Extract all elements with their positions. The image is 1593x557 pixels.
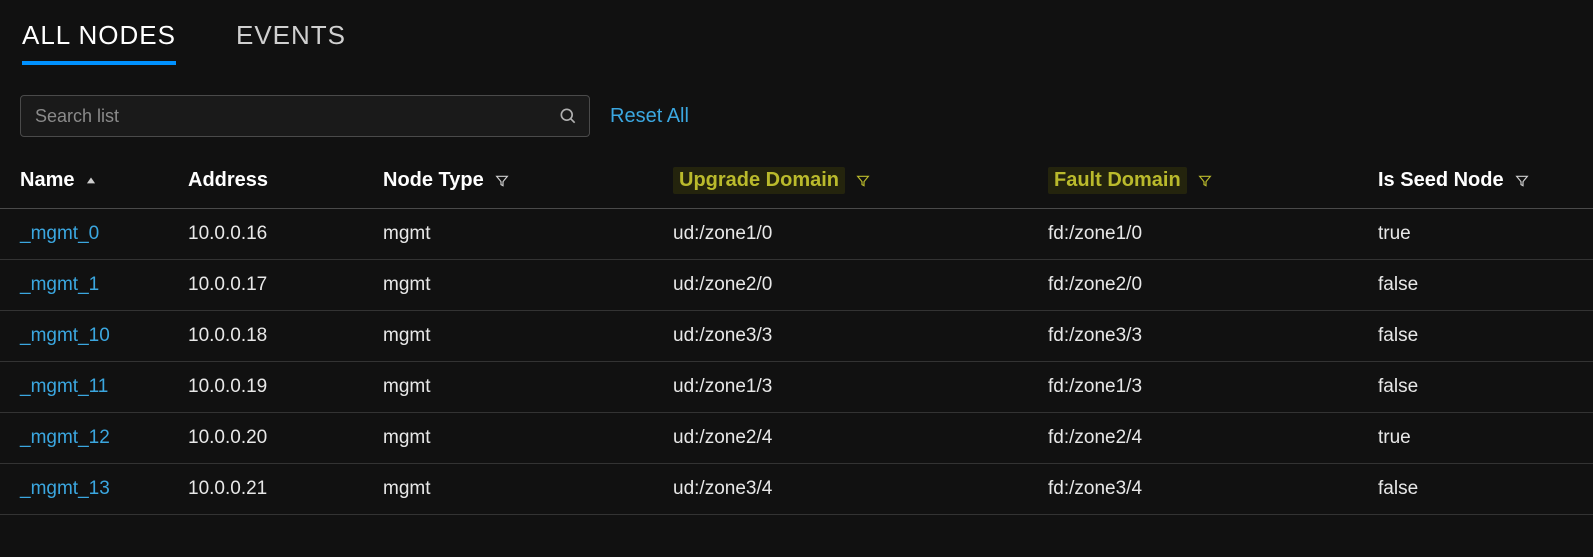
toolbar: Reset All xyxy=(0,95,1593,137)
cell-node-type: mgmt xyxy=(375,260,665,311)
column-header-label: Address xyxy=(188,169,268,192)
cell-upgrade-domain: ud:/zone1/3 xyxy=(665,362,1040,413)
column-header-address[interactable]: Address xyxy=(188,169,268,192)
column-header-label: Name xyxy=(20,169,74,192)
cell-fault-domain: fd:/zone1/3 xyxy=(1040,362,1370,413)
cell-upgrade-domain: ud:/zone3/4 xyxy=(665,464,1040,515)
cell-node-type: mgmt xyxy=(375,209,665,260)
table-row: _mgmt_0 10.0.0.16mgmtud:/zone1/0fd:/zone1… xyxy=(0,209,1593,260)
filter-icon[interactable] xyxy=(494,173,510,189)
cell-address: 10.0.0.20 xyxy=(180,413,375,464)
cell-address: 10.0.0.19 xyxy=(180,362,375,413)
cell-is-seed: false xyxy=(1370,311,1593,362)
column-header-label: Upgrade Domain xyxy=(673,167,845,194)
column-header-fault-domain[interactable]: Fault Domain xyxy=(1048,167,1213,194)
column-header-node-type[interactable]: Node Type xyxy=(383,169,510,192)
cell-node-type: mgmt xyxy=(375,464,665,515)
search-input[interactable] xyxy=(20,95,590,137)
cell-upgrade-domain: ud:/zone2/0 xyxy=(665,260,1040,311)
nodes-table: Name Address Node Type xyxy=(0,157,1593,515)
cell-address: 10.0.0.18 xyxy=(180,311,375,362)
node-name-link[interactable]: _mgmt_12 xyxy=(20,427,110,448)
node-name-link[interactable]: _mgmt_1 xyxy=(20,274,99,295)
table-row: _mgmt_13 10.0.0.21mgmtud:/zone3/4fd:/zone… xyxy=(0,464,1593,515)
node-name-link[interactable]: _mgmt_0 xyxy=(20,223,99,244)
tab-bar: ALL NODES EVENTS xyxy=(0,20,1593,65)
node-name-link[interactable]: _mgmt_11 xyxy=(20,376,108,397)
cell-fault-domain: fd:/zone2/4 xyxy=(1040,413,1370,464)
table-row: _mgmt_11 10.0.0.19mgmtud:/zone1/3fd:/zone… xyxy=(0,362,1593,413)
column-header-upgrade-domain[interactable]: Upgrade Domain xyxy=(673,167,871,194)
filter-icon[interactable] xyxy=(1197,173,1213,189)
cell-upgrade-domain: ud:/zone3/3 xyxy=(665,311,1040,362)
column-header-name[interactable]: Name xyxy=(20,169,98,192)
cell-upgrade-domain: ud:/zone2/4 xyxy=(665,413,1040,464)
node-name-link[interactable]: _mgmt_13 xyxy=(20,478,110,499)
sort-asc-icon xyxy=(84,174,98,188)
cell-address: 10.0.0.17 xyxy=(180,260,375,311)
cell-is-seed: true xyxy=(1370,413,1593,464)
column-header-label: Fault Domain xyxy=(1048,167,1187,194)
table-row: _mgmt_1 10.0.0.17mgmtud:/zone2/0fd:/zone2… xyxy=(0,260,1593,311)
cell-fault-domain: fd:/zone2/0 xyxy=(1040,260,1370,311)
cell-is-seed: false xyxy=(1370,464,1593,515)
table-row: _mgmt_12 10.0.0.20mgmtud:/zone2/4fd:/zone… xyxy=(0,413,1593,464)
table-row: _mgmt_10 10.0.0.18mgmtud:/zone3/3fd:/zone… xyxy=(0,311,1593,362)
filter-icon[interactable] xyxy=(855,173,871,189)
column-header-is-seed[interactable]: Is Seed Node xyxy=(1378,169,1530,192)
cell-is-seed: true xyxy=(1370,209,1593,260)
cell-address: 10.0.0.21 xyxy=(180,464,375,515)
cell-node-type: mgmt xyxy=(375,311,665,362)
cell-is-seed: false xyxy=(1370,260,1593,311)
tab-all-nodes[interactable]: ALL NODES xyxy=(22,20,176,65)
reset-all-link[interactable]: Reset All xyxy=(610,105,689,128)
tab-events[interactable]: EVENTS xyxy=(236,20,346,65)
cell-node-type: mgmt xyxy=(375,362,665,413)
filter-icon[interactable] xyxy=(1514,173,1530,189)
cell-fault-domain: fd:/zone1/0 xyxy=(1040,209,1370,260)
cell-node-type: mgmt xyxy=(375,413,665,464)
cell-upgrade-domain: ud:/zone1/0 xyxy=(665,209,1040,260)
column-header-label: Is Seed Node xyxy=(1378,169,1504,192)
cell-address: 10.0.0.16 xyxy=(180,209,375,260)
cell-is-seed: false xyxy=(1370,362,1593,413)
node-name-link[interactable]: _mgmt_10 xyxy=(20,325,110,346)
cell-fault-domain: fd:/zone3/4 xyxy=(1040,464,1370,515)
search-wrap xyxy=(20,95,590,137)
column-header-label: Node Type xyxy=(383,169,484,192)
cell-fault-domain: fd:/zone3/3 xyxy=(1040,311,1370,362)
